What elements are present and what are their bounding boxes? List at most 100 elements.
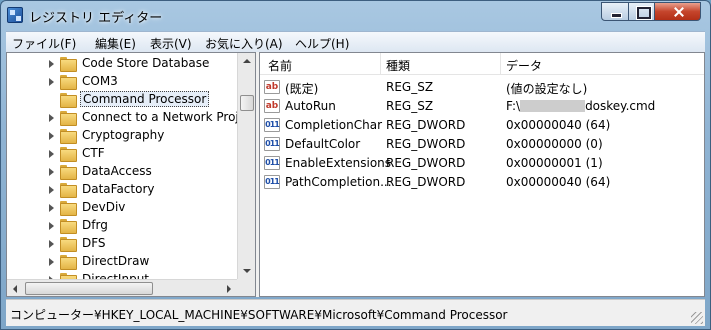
string-value-icon: ab (264, 99, 280, 113)
tree-item[interactable]: Dfrg (7, 217, 237, 235)
binary-value-icon: 011 (264, 137, 280, 151)
table-row[interactable]: 011 DefaultColor REG_DWORD 0x00000000 (0… (260, 135, 704, 154)
tree-vertical-scrollbar[interactable] (237, 53, 255, 279)
expand-arrow-icon[interactable] (49, 186, 54, 194)
tree-item[interactable]: Code Store Database (7, 55, 237, 73)
redacted-region (520, 100, 586, 112)
column-header-name[interactable]: 名前 (268, 57, 292, 74)
folder-icon (60, 165, 77, 180)
scroll-thumb[interactable] (240, 95, 254, 111)
expand-arrow-icon[interactable] (49, 114, 54, 122)
folder-icon (60, 219, 77, 234)
expand-arrow-icon[interactable] (49, 150, 54, 158)
tree-item[interactable]: Connect to a Network Projec (7, 109, 253, 127)
tree-item-label: DataAccess (82, 164, 152, 178)
menu-favorites[interactable]: お気に入り(A) (205, 35, 283, 52)
folder-icon (60, 147, 77, 162)
string-value-icon: ab (264, 80, 280, 94)
menu-help[interactable]: ヘルプ(H) (295, 35, 349, 52)
value-data: 0x00000040 (64) (506, 118, 611, 132)
expand-arrow-icon[interactable] (49, 222, 54, 230)
value-type: REG_DWORD (386, 137, 466, 151)
title-bar[interactable]: レジストリ エディター (1, 1, 710, 31)
expand-arrow-icon[interactable] (49, 78, 54, 86)
scroll-left-arrow-icon[interactable] (13, 285, 17, 293)
value-name: PathCompletion... (285, 175, 392, 189)
expand-arrow-icon[interactable] (49, 132, 54, 140)
tree-item[interactable]: CTF (7, 145, 237, 163)
tree-item[interactable]: DFS (7, 235, 237, 253)
tree-item-label: Dfrg (82, 218, 108, 232)
scroll-down-arrow-icon[interactable] (243, 269, 251, 273)
status-path: コンピューター¥HKEY_LOCAL_MACHINE¥SOFTWARE¥Micr… (10, 308, 508, 322)
tree-item-label: DevDiv (82, 200, 126, 214)
key-tree-pane[interactable]: Code Store Database COM3 Command Process… (6, 52, 256, 297)
folder-icon (60, 93, 77, 108)
table-row[interactable]: ab AutoRun REG_SZ F:\ doskey.cmd (260, 97, 704, 116)
folder-icon (60, 255, 77, 270)
tree-item-label: Cryptography (82, 128, 165, 142)
column-header-data[interactable]: データ (506, 57, 542, 74)
column-divider[interactable] (380, 53, 381, 75)
value-name: (既定) (285, 82, 319, 96)
value-data-prefix: F:\ (506, 99, 521, 113)
value-name: AutoRun (285, 99, 336, 113)
tree-item-label: DirectDraw (82, 254, 150, 268)
tree-item[interactable]: DataAccess (7, 163, 237, 181)
value-data-suffix: doskey.cmd (585, 99, 656, 113)
tree-item-label: Command Processor (80, 91, 210, 107)
value-type: REG_DWORD (386, 118, 466, 132)
value-name: CompletionChar (285, 118, 383, 132)
resize-grip-icon[interactable] (691, 312, 703, 324)
binary-value-icon: 011 (264, 118, 280, 132)
binary-value-icon: 011 (264, 175, 280, 189)
tree-item[interactable]: COM3 (7, 73, 237, 91)
value-data: 0x00000040 (64) (506, 175, 611, 189)
close-button[interactable] (654, 2, 701, 21)
tree-item[interactable]: DataFactory (7, 181, 237, 199)
menu-bar: ファイル(F) 編集(E) 表示(V) お気に入り(A) ヘルプ(H) (6, 31, 705, 52)
scroll-thumb[interactable] (25, 282, 153, 295)
tree-item[interactable]: DirectDraw (7, 253, 237, 271)
minimize-button[interactable] (601, 2, 629, 21)
table-row[interactable]: 011 CompletionChar REG_DWORD 0x00000040 … (260, 116, 704, 135)
menu-edit[interactable]: 編集(E) (95, 35, 136, 52)
value-type: REG_DWORD (386, 175, 466, 189)
maximize-button[interactable] (628, 2, 655, 21)
window-title: レジストリ エディター (29, 11, 163, 26)
expand-arrow-icon[interactable] (49, 258, 54, 266)
client-area: Code Store Database COM3 Command Process… (6, 52, 705, 297)
value-list-pane[interactable]: 名前 種類 データ ab (既定) REG_SZ (値の設定なし) ab Aut… (259, 52, 705, 297)
scroll-right-arrow-icon[interactable] (227, 285, 231, 293)
value-type: REG_SZ (386, 80, 434, 94)
value-data: (値の設定なし) (506, 82, 588, 96)
folder-icon (60, 57, 77, 72)
folder-icon (60, 75, 77, 90)
tree-item[interactable]: Cryptography (7, 127, 237, 145)
column-divider[interactable] (500, 53, 501, 75)
table-row[interactable]: 011 PathCompletion... REG_DWORD 0x000000… (260, 173, 704, 192)
status-bar: コンピューター¥HKEY_LOCAL_MACHINE¥SOFTWARE¥Micr… (6, 299, 705, 326)
column-header-type[interactable]: 種類 (386, 57, 410, 74)
menu-file[interactable]: ファイル(F) (12, 35, 76, 52)
expand-arrow-icon[interactable] (49, 168, 54, 176)
list-header: 名前 種類 データ (260, 53, 704, 75)
value-name: EnableExtensions (285, 156, 392, 170)
expand-arrow-icon[interactable] (49, 240, 54, 248)
value-data: 0x00000000 (0) (506, 137, 603, 151)
value-type: REG_SZ (386, 99, 434, 113)
tree-item[interactable]: DevDiv (7, 199, 237, 217)
table-row[interactable]: ab (既定) REG_SZ (値の設定なし) (260, 78, 704, 97)
folder-icon (60, 183, 77, 198)
tree-item-label: Code Store Database (82, 56, 210, 70)
scroll-up-arrow-icon[interactable] (243, 59, 251, 63)
tree-item-label: CTF (82, 146, 105, 160)
menu-view[interactable]: 表示(V) (150, 35, 192, 52)
value-type: REG_DWORD (386, 156, 466, 170)
table-row[interactable]: 011 EnableExtensions REG_DWORD 0x0000000… (260, 154, 704, 173)
tree-horizontal-scrollbar[interactable] (7, 279, 237, 296)
expand-arrow-icon[interactable] (49, 60, 54, 68)
tree-item-selected[interactable]: Command Processor (7, 91, 237, 109)
folder-icon (60, 129, 77, 144)
expand-arrow-icon[interactable] (49, 204, 54, 212)
